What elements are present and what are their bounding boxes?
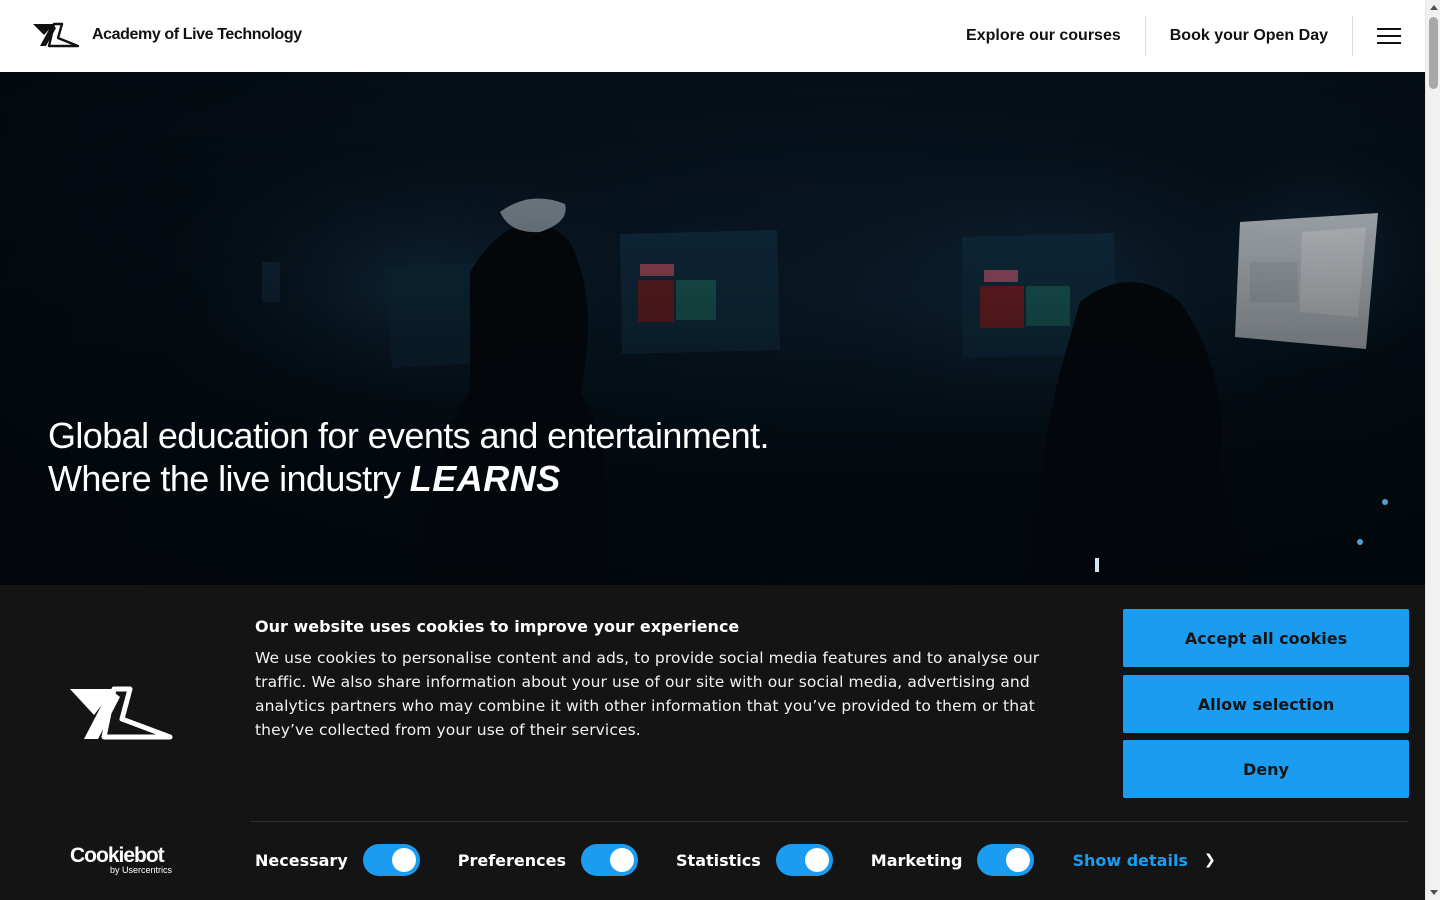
statistics-switch[interactable]	[775, 844, 833, 876]
cookie-consent-banner: Our website uses cookies to improve your…	[0, 585, 1425, 900]
toggle-label: Necessary	[255, 850, 348, 870]
cookiebot-name: Cookiebot	[70, 844, 165, 867]
site-header: Academy of Live Technology Explore our c…	[0, 0, 1425, 72]
switch-knob	[804, 848, 829, 872]
scrollbar-thumb[interactable]	[1429, 17, 1438, 89]
toggle-necessary: Necessary	[255, 844, 420, 876]
deny-button[interactable]: Deny	[1123, 740, 1409, 798]
hero-section: Global education for events and entertai…	[0, 72, 1425, 585]
hero-line-2-text: Where the live industry	[48, 458, 401, 499]
hamburger-icon	[1377, 28, 1401, 44]
site-name: Academy of Live Technology	[92, 26, 302, 43]
toggle-label: Statistics	[676, 850, 761, 870]
consent-toggles: Necessary Preferences Statistics Marketi…	[255, 844, 1216, 876]
preferences-switch[interactable]	[581, 844, 639, 876]
necessary-switch[interactable]	[362, 844, 420, 876]
alt-logo-icon	[33, 22, 80, 48]
switch-knob	[1006, 848, 1031, 872]
scroll-up-arrow-icon[interactable]	[1426, 0, 1440, 15]
explore-courses-link[interactable]: Explore our courses	[942, 16, 1145, 56]
hero-background-image	[0, 72, 1425, 585]
accept-all-button[interactable]: Accept all cookies	[1123, 609, 1409, 667]
home-logo-link[interactable]: Academy of Live Technology	[32, 22, 302, 48]
show-details-link[interactable]: Show details ❯	[1072, 851, 1215, 870]
allow-selection-button[interactable]: Allow selection	[1123, 675, 1409, 733]
hero-headline: Global education for events and entertai…	[48, 414, 769, 500]
switch-knob	[391, 848, 416, 872]
cookiebot-logo[interactable]: Cookiebot by Usercentrics	[70, 844, 174, 876]
switch-knob	[610, 848, 635, 872]
page-scrollbar[interactable]	[1425, 0, 1440, 900]
cookie-description: We use cookies to personalise content an…	[255, 649, 1040, 739]
hero-line-2: Where the live industry LEARNS	[48, 457, 769, 500]
toggle-marketing: Marketing	[871, 844, 1035, 876]
show-details-label: Show details	[1072, 850, 1188, 870]
alt-logo-icon	[70, 686, 173, 740]
main-nav: Explore our courses Book your Open Day	[942, 16, 1425, 56]
hero-line-1: Global education for events and entertai…	[48, 415, 769, 456]
toggle-statistics: Statistics	[676, 844, 833, 876]
hero-emphasis: LEARNS	[409, 458, 561, 499]
marketing-switch[interactable]	[977, 844, 1035, 876]
cookie-title: Our website uses cookies to improve your…	[255, 617, 740, 636]
toggle-preferences: Preferences	[457, 844, 639, 876]
scroll-down-arrow-icon[interactable]	[1426, 885, 1440, 900]
chevron-right-icon: ❯	[1203, 852, 1216, 868]
divider	[250, 821, 1409, 822]
menu-button[interactable]	[1353, 16, 1425, 56]
toggle-label: Marketing	[870, 850, 963, 870]
toggle-label: Preferences	[457, 850, 567, 870]
book-open-day-link[interactable]: Book your Open Day	[1146, 16, 1352, 56]
